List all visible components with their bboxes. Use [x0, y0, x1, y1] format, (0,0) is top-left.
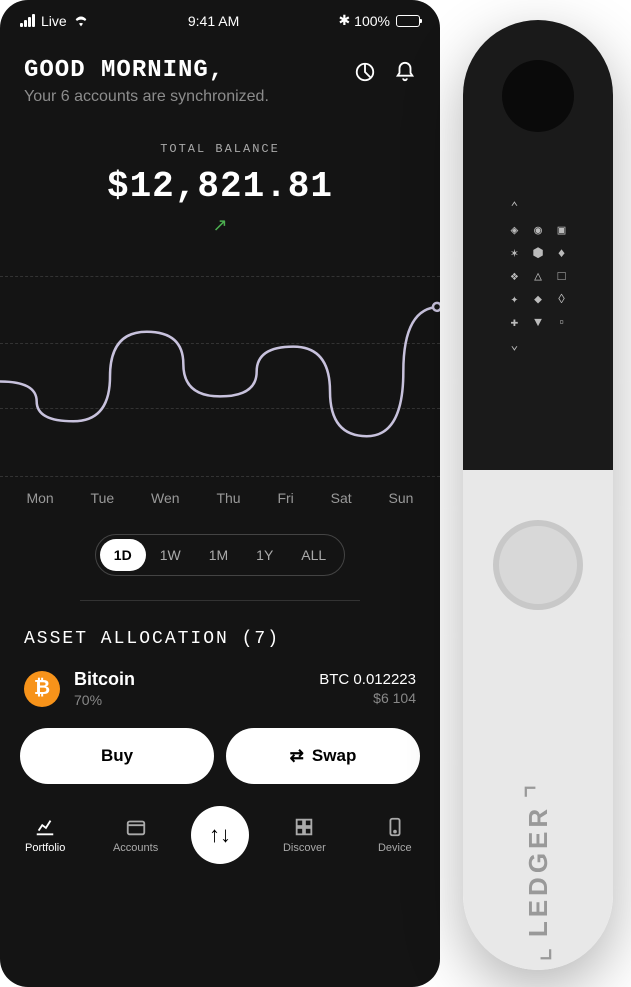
day-label: Sat	[331, 490, 352, 506]
battery-icon	[396, 15, 420, 27]
greeting-subtitle: Your 6 accounts are synchronized.	[24, 88, 269, 106]
tab-portfolio[interactable]: Portfolio	[10, 816, 80, 854]
tab-discover[interactable]: Discover	[269, 816, 339, 854]
tab-transfer[interactable]: ↑↓	[191, 806, 249, 864]
chart-line	[0, 277, 440, 476]
asset-row-bitcoin[interactable]: ₿ Bitcoin 70% BTC 0.012223 $6 104	[24, 649, 416, 728]
battery-pct: 100%	[354, 13, 390, 29]
balance-label: TOTAL BALANCE	[0, 142, 440, 156]
chart-line-icon	[34, 816, 56, 838]
wifi-icon	[73, 15, 89, 27]
device-icon-col-1: ⌃◈✶❖✦✚⌄	[510, 200, 518, 440]
device-top-section: ⌃◈✶❖✦✚⌄ ◉⬢△◆▼ ▣♦□◊▫	[463, 20, 613, 470]
device-bottom-section: ⌞ LEDGER ⌝	[463, 470, 613, 970]
trend-up-icon: ↗	[0, 215, 440, 236]
bell-icon[interactable]	[394, 61, 416, 83]
hardware-wallet: ⌃◈✶❖✦✚⌄ ◉⬢△◆▼ ▣♦□◊▫ ⌞ LEDGER ⌝	[463, 20, 613, 970]
day-label: Sun	[389, 490, 414, 506]
day-label: Mon	[26, 490, 53, 506]
time-range-1y[interactable]: 1Y	[242, 539, 287, 571]
action-buttons: Buy ⇄ Swap	[0, 728, 440, 798]
time-range-1w[interactable]: 1W	[146, 539, 195, 571]
time-range-all[interactable]: ALL	[287, 539, 340, 571]
time-range-selector: 1D1W1M1YALL	[95, 534, 345, 576]
balance-value: $12,821.81	[0, 166, 440, 207]
asset-fiat-amount: $6 104	[319, 690, 416, 706]
swap-button[interactable]: ⇄ Swap	[226, 728, 420, 784]
transfer-icon: ↑↓	[209, 822, 231, 848]
day-label: Wen	[151, 490, 180, 506]
phone-frame: Live 9:41 AM ✱ 100% GOOD MORNING, Your 6…	[0, 0, 440, 987]
time-range-1d[interactable]: 1D	[100, 539, 146, 571]
status-bar: Live 9:41 AM ✱ 100%	[0, 0, 440, 37]
pie-chart-icon[interactable]	[354, 61, 376, 83]
asset-allocation: ASSET ALLOCATION (7) ₿ Bitcoin 70% BTC 0…	[0, 601, 440, 728]
day-label: Thu	[216, 490, 240, 506]
day-label: Tue	[91, 490, 115, 506]
page-header: GOOD MORNING, Your 6 accounts are synchr…	[0, 37, 440, 122]
balance-section: TOTAL BALANCE $12,821.81 ↗	[0, 122, 440, 246]
balance-chart[interactable]	[0, 276, 440, 476]
wallet-icon	[125, 816, 147, 838]
signal-icon	[20, 14, 35, 27]
tab-device[interactable]: Device	[360, 816, 430, 854]
chart-day-labels: Mon Tue Wen Thu Fri Sat Sun	[0, 476, 440, 520]
device-top-button[interactable]	[502, 60, 574, 132]
bluetooth-icon: ✱	[338, 12, 350, 29]
asset-crypto-amount: BTC 0.012223	[319, 671, 416, 688]
buy-button[interactable]: Buy	[20, 728, 214, 784]
time-range-1m[interactable]: 1M	[195, 539, 242, 571]
grid-icon	[293, 816, 315, 838]
device-icon	[384, 816, 406, 838]
swap-icon: ⇄	[290, 746, 304, 766]
carrier-label: Live	[41, 13, 67, 29]
status-time: 9:41 AM	[188, 13, 239, 29]
device-icon-col-3: ▣♦□◊▫	[558, 200, 566, 440]
device-icon-col-2: ◉⬢△◆▼	[532, 200, 543, 440]
greeting-title: GOOD MORNING,	[24, 57, 269, 84]
asset-name: Bitcoin	[74, 669, 319, 690]
device-screen: ⌃◈✶❖✦✚⌄ ◉⬢△◆▼ ▣♦□◊▫	[483, 200, 593, 440]
device-brand: ⌞ LEDGER ⌝	[519, 780, 557, 962]
tab-accounts[interactable]: Accounts	[101, 816, 171, 854]
device-bottom-button[interactable]	[493, 520, 583, 610]
asset-pct: 70%	[74, 692, 319, 708]
bitcoin-icon: ₿	[24, 671, 60, 707]
allocation-title: ASSET ALLOCATION (7)	[24, 629, 416, 649]
day-label: Fri	[277, 490, 293, 506]
tab-bar: Portfolio Accounts ↑↓ Discover Device	[0, 798, 440, 876]
